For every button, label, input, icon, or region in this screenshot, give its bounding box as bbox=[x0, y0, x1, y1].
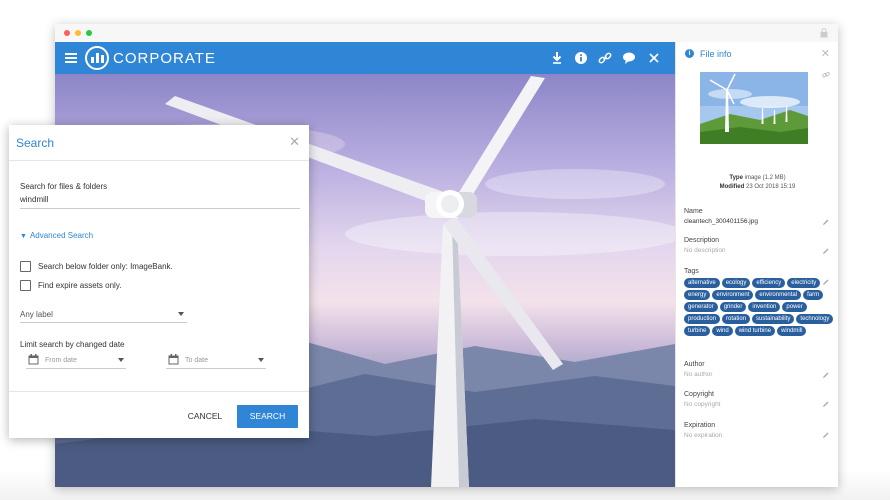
edit-expiration-icon[interactable] bbox=[822, 431, 830, 439]
chevron-down-icon bbox=[118, 358, 124, 362]
tag-chip[interactable]: environment bbox=[712, 290, 754, 300]
expiration-value: No expiration bbox=[684, 432, 723, 439]
author-label: Author bbox=[684, 361, 705, 368]
name-label: Name bbox=[684, 208, 703, 215]
tag-chip[interactable]: efficiency bbox=[752, 278, 786, 288]
copyright-label: Copyright bbox=[684, 391, 714, 398]
tag-list: alternative ecology efficiency electrici… bbox=[684, 278, 834, 336]
link-icon[interactable] bbox=[822, 71, 830, 79]
lock-icon bbox=[820, 28, 828, 38]
name-value: cleantech_300401156.jpg bbox=[684, 218, 758, 225]
label-select[interactable]: Any label bbox=[20, 308, 187, 323]
tag-chip[interactable]: generator bbox=[684, 302, 718, 312]
edit-description-icon[interactable] bbox=[822, 247, 830, 255]
from-date-placeholder: From date bbox=[45, 357, 77, 364]
app-bar: CORPORATE bbox=[55, 42, 675, 74]
menu-icon[interactable] bbox=[65, 53, 77, 63]
search-button[interactable]: SEARCH bbox=[237, 405, 298, 428]
file-type: Type image (1.2 MB) bbox=[729, 175, 786, 181]
edit-name-icon[interactable] bbox=[822, 218, 830, 226]
from-date-field[interactable]: From date bbox=[26, 353, 126, 369]
tag-chip[interactable]: ecology bbox=[721, 278, 751, 288]
tag-chip[interactable]: invention bbox=[748, 302, 781, 312]
close-icon[interactable] bbox=[646, 50, 662, 66]
close-panel-icon[interactable]: ✕ bbox=[821, 47, 830, 60]
edit-author-icon[interactable] bbox=[822, 371, 830, 379]
chevron-down-icon: ▼ bbox=[20, 233, 27, 240]
download-icon[interactable] bbox=[549, 50, 565, 66]
tag-chip[interactable]: production bbox=[684, 314, 721, 324]
corporate-logo-icon bbox=[85, 46, 109, 70]
tag-chip[interactable]: wind bbox=[712, 326, 733, 336]
author-value: No author bbox=[684, 371, 713, 378]
cancel-button[interactable]: CANCEL bbox=[177, 405, 233, 428]
tag-chip[interactable]: wind turbine bbox=[734, 326, 776, 336]
file-modified: Modified 23 Oct 2018 15:19 bbox=[719, 184, 796, 190]
expiration-label: Expiration bbox=[684, 422, 716, 429]
close-window-dot[interactable] bbox=[64, 30, 70, 36]
below-folder-label: Search below folder only: ImageBank. bbox=[38, 262, 173, 271]
copyright-value: No copyright bbox=[684, 401, 721, 408]
tag-chip[interactable]: rotation bbox=[722, 314, 751, 324]
tags-label: Tags bbox=[684, 268, 699, 275]
description-label: Description bbox=[684, 237, 720, 244]
info-icon[interactable] bbox=[573, 50, 589, 66]
maximize-window-dot[interactable] bbox=[86, 30, 92, 36]
chevron-down-icon bbox=[258, 358, 264, 362]
link-icon[interactable] bbox=[597, 50, 613, 66]
date-limit-label: Limit search by changed date bbox=[20, 340, 125, 349]
tag-chip[interactable]: environmental bbox=[755, 290, 802, 300]
search-input[interactable]: windmill bbox=[20, 195, 300, 209]
window-titlebar bbox=[55, 24, 838, 42]
tag-chip[interactable]: power bbox=[782, 302, 807, 312]
chevron-down-icon bbox=[178, 312, 184, 316]
to-date-field[interactable]: To date bbox=[166, 353, 266, 369]
search-dialog: Search ✕ Search for files & folders wind… bbox=[9, 125, 309, 438]
description-value: No description bbox=[684, 247, 726, 254]
search-query-label: Search for files & folders bbox=[20, 182, 108, 191]
tag-chip[interactable]: sustainability bbox=[752, 314, 795, 324]
divider bbox=[9, 160, 309, 161]
expire-assets-checkbox[interactable] bbox=[20, 280, 31, 291]
file-thumbnail bbox=[700, 72, 808, 144]
tag-chip[interactable]: alternative bbox=[684, 278, 720, 288]
tag-chip[interactable]: turbine bbox=[684, 326, 711, 336]
tag-chip[interactable]: technology bbox=[796, 314, 834, 324]
below-folder-checkbox[interactable] bbox=[20, 261, 31, 272]
calendar-icon bbox=[168, 354, 179, 365]
expire-assets-label: Find expire assets only. bbox=[38, 281, 122, 290]
file-info-panel: i File info ✕ Type image (1.2 MB) Modifi… bbox=[675, 42, 838, 487]
info-icon: i bbox=[685, 49, 694, 58]
brand-name: CORPORATE bbox=[113, 50, 216, 67]
tag-chip[interactable]: energy bbox=[684, 290, 711, 300]
tag-chip[interactable]: electricity bbox=[787, 278, 821, 288]
dialog-title: Search bbox=[16, 136, 55, 150]
minimize-window-dot[interactable] bbox=[75, 30, 81, 36]
calendar-icon bbox=[28, 354, 39, 365]
divider bbox=[9, 391, 309, 392]
advanced-search-toggle[interactable]: ▼ Advanced Search bbox=[20, 231, 93, 240]
to-date-placeholder: To date bbox=[185, 357, 208, 364]
comment-icon[interactable] bbox=[621, 50, 637, 66]
close-dialog-icon[interactable]: ✕ bbox=[289, 134, 300, 150]
edit-copyright-icon[interactable] bbox=[822, 400, 830, 408]
tag-chip[interactable]: windmill bbox=[777, 326, 807, 336]
tag-chip[interactable]: farm bbox=[803, 290, 824, 300]
panel-title: File info bbox=[700, 49, 732, 59]
tag-chip[interactable]: grinder bbox=[719, 302, 747, 312]
